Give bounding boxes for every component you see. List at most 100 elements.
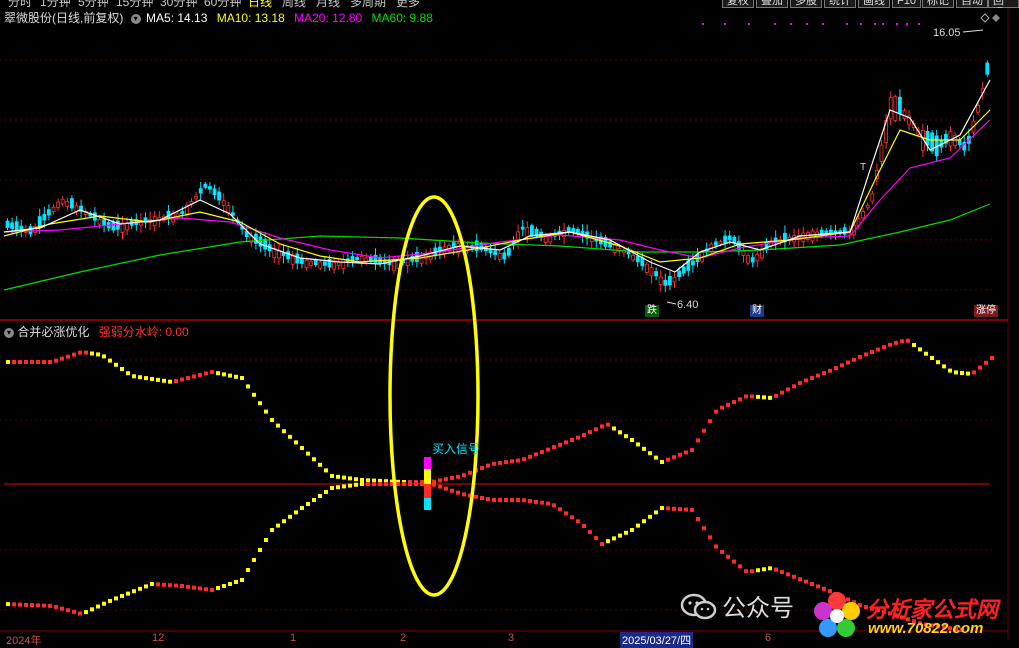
indicator-step <box>168 583 172 588</box>
indicator-step <box>354 482 358 487</box>
indicator-step <box>792 574 796 579</box>
indicator-step <box>348 483 352 488</box>
indicator-step <box>600 424 604 429</box>
indicator-step <box>762 567 766 572</box>
indicator-step <box>498 498 502 502</box>
candle <box>47 204 51 221</box>
indicator-step <box>966 371 970 376</box>
date-label-1: 1 <box>290 632 297 644</box>
candle <box>833 224 838 240</box>
candle <box>672 271 677 288</box>
indicator-step <box>192 374 196 379</box>
candle <box>203 182 208 190</box>
indicator-step <box>66 608 70 613</box>
indicator-step <box>456 474 460 479</box>
indicator-step <box>612 426 616 431</box>
indicator-step <box>156 377 160 382</box>
indicator-step <box>936 360 940 365</box>
candle <box>516 224 520 249</box>
indicator-step <box>264 538 268 542</box>
indicator-step <box>732 400 736 405</box>
buy-signal-label: 买入信号 <box>432 442 480 456</box>
indicator-step <box>108 598 112 603</box>
indicator-step <box>522 457 526 462</box>
indicator-step <box>6 602 10 607</box>
indicator-step <box>294 510 298 515</box>
indicator-step <box>264 409 268 414</box>
indicator-step <box>72 609 76 614</box>
indicator-step <box>144 584 148 589</box>
indicator-step <box>84 610 88 615</box>
candle <box>944 129 948 148</box>
candle <box>56 198 60 211</box>
indicator-step <box>174 583 178 588</box>
indicator-step <box>624 434 628 439</box>
date-label-6: 6 <box>765 632 772 644</box>
indicator-step <box>870 350 874 354</box>
die-marker[interactable]: 跌 <box>645 305 659 317</box>
indicator-step <box>420 482 424 486</box>
indicator-step <box>888 342 892 347</box>
indicator-step <box>804 378 808 383</box>
indicator-step <box>762 395 766 400</box>
ma10-line <box>3 109 991 263</box>
indicator-step <box>720 405 724 410</box>
candle <box>520 220 525 237</box>
indicator-step <box>96 604 100 609</box>
indicator-step <box>330 474 334 478</box>
candle <box>571 224 576 236</box>
candle <box>212 184 217 200</box>
indicator-legend: ▾ 合并必涨优化 强弱分水岭: 0.00 <box>4 323 189 340</box>
indicator-step <box>210 370 214 374</box>
indicator-step <box>366 482 370 486</box>
indicator-step <box>558 507 562 512</box>
signal-dot <box>896 23 898 25</box>
indicator-step <box>660 460 664 464</box>
indicator-step <box>18 360 22 364</box>
candle <box>405 250 410 274</box>
indicator-step <box>438 484 442 489</box>
indicator-step <box>798 577 802 582</box>
candle <box>783 225 787 250</box>
indicator-step <box>564 440 568 445</box>
candle <box>631 253 635 263</box>
indicator-step <box>162 378 166 383</box>
cai-marker[interactable]: 财 <box>750 305 764 317</box>
ma60-line <box>3 203 991 291</box>
indicator-step <box>138 586 142 591</box>
limit-up-marker[interactable]: 涨停 <box>974 305 998 317</box>
candle <box>207 182 212 194</box>
indicator-step <box>594 536 598 540</box>
indicator-step <box>786 572 790 577</box>
indicator-step <box>576 435 580 440</box>
candle <box>750 252 755 268</box>
indicator-settings-icon[interactable]: ▾ <box>4 327 14 338</box>
indicator-step <box>558 442 562 447</box>
indicator-step <box>726 554 730 559</box>
indicator-step <box>330 486 334 490</box>
candle <box>70 195 74 212</box>
indicator-step <box>60 606 64 611</box>
indicator-step <box>336 474 340 479</box>
indicator-step <box>810 376 814 380</box>
candle <box>83 208 88 219</box>
candle <box>746 253 750 266</box>
indicator-step <box>846 360 850 365</box>
highlight-ellipse <box>388 195 480 597</box>
indicator-step <box>696 438 700 443</box>
indicator-step <box>216 586 220 590</box>
indicator-step <box>834 366 838 371</box>
indicator-step <box>894 340 898 345</box>
indicator-step <box>120 367 124 371</box>
indicator-step <box>180 584 184 588</box>
candle <box>281 245 286 264</box>
candle <box>433 242 438 260</box>
indicator-step <box>240 376 244 380</box>
candle <box>299 253 304 269</box>
candle <box>65 197 70 211</box>
indicator-step <box>384 482 388 486</box>
indicator-step <box>246 568 250 572</box>
candle <box>157 210 162 228</box>
indicator-step <box>564 511 568 516</box>
indicator-step <box>930 356 934 360</box>
